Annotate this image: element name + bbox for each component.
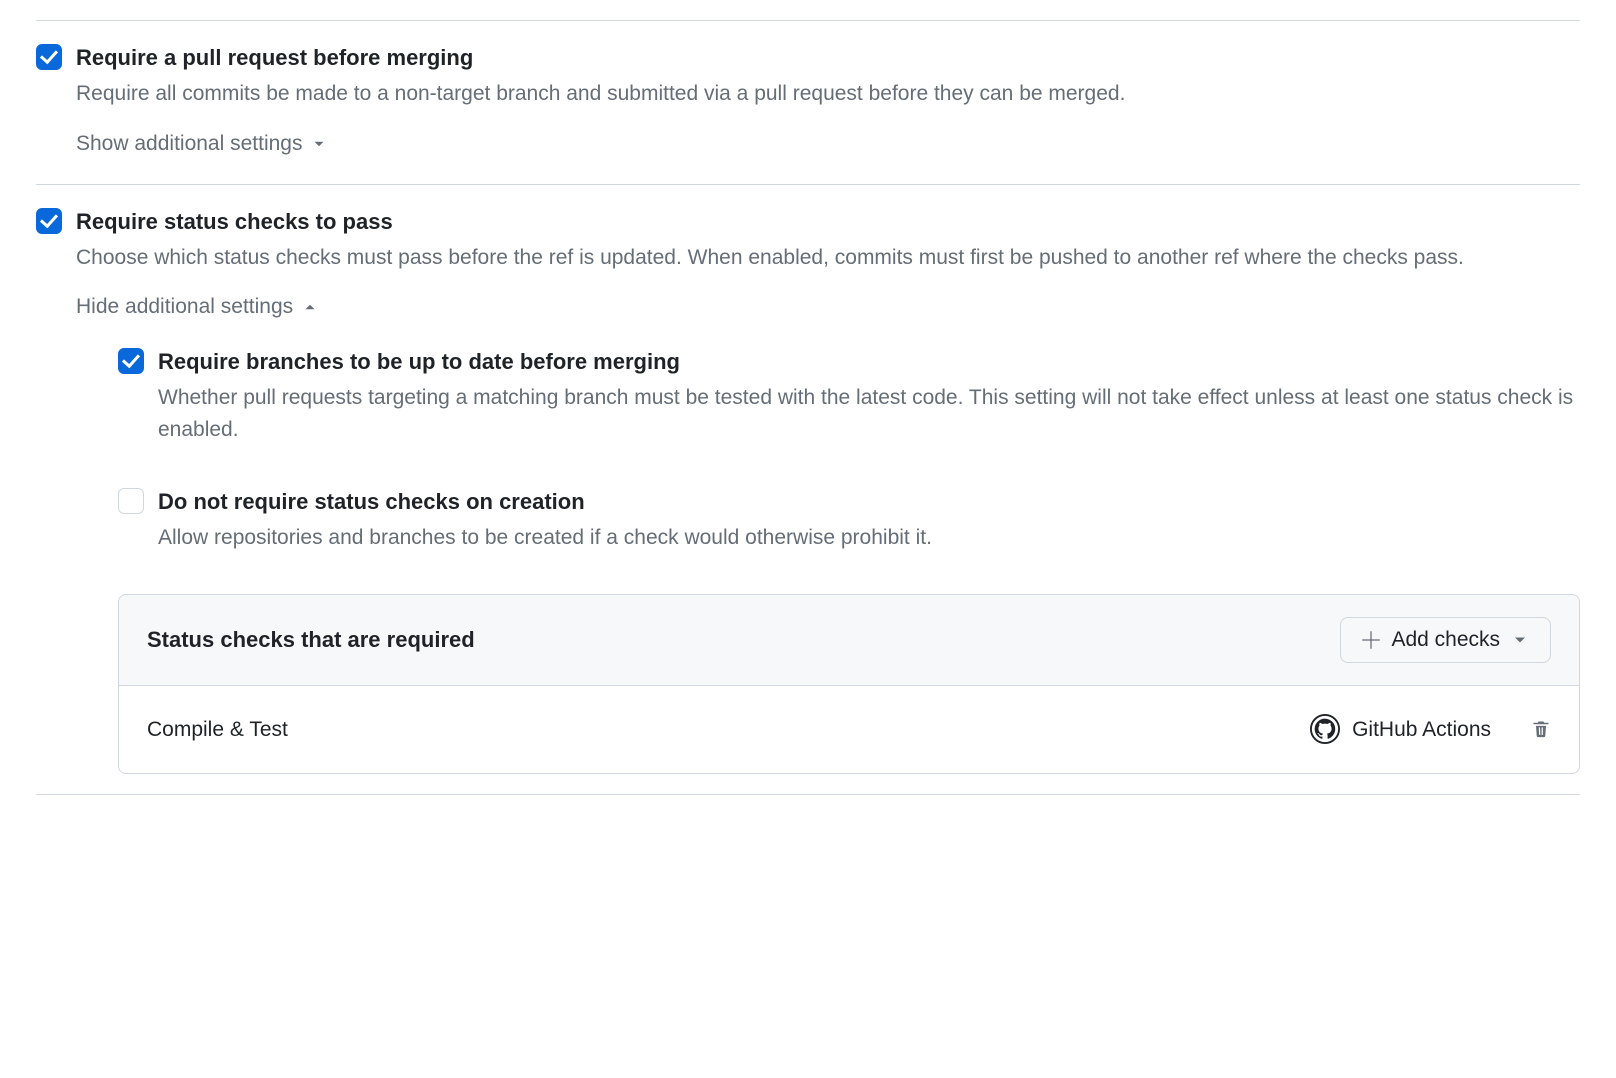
chevron-down-icon <box>310 135 328 153</box>
require-checks-toggle[interactable]: Hide additional settings <box>76 295 319 319</box>
require-pr-toggle[interactable]: Show additional settings <box>76 132 328 156</box>
add-checks-button[interactable]: Add checks <box>1340 617 1551 663</box>
require-checks-desc: Choose which status checks must pass bef… <box>76 242 1580 274</box>
required-checks-panel-header: Status checks that are required Add chec… <box>119 595 1579 686</box>
skip-on-create-checkbox[interactable] <box>118 488 144 514</box>
require-checks-nested: Require branches to be up to date before… <box>118 345 1580 774</box>
plus-icon <box>1361 630 1381 650</box>
require-checks-checkbox[interactable] <box>36 208 62 234</box>
caret-down-icon <box>1510 630 1530 650</box>
rule-require-checks: Require status checks to pass Choose whi… <box>36 205 1580 775</box>
trash-icon <box>1531 719 1551 739</box>
rule-skip-on-create: Do not require status checks on creation… <box>118 485 1580 572</box>
required-check-source: GitHub Actions <box>1310 714 1491 746</box>
skip-on-create-title: Do not require status checks on creation <box>158 485 1580 518</box>
required-check-name: Compile & Test <box>147 714 288 746</box>
github-icon <box>1310 714 1340 744</box>
required-check-source-label: GitHub Actions <box>1352 714 1491 746</box>
up-to-date-desc: Whether pull requests targeting a matchi… <box>158 382 1580 445</box>
skip-on-create-desc: Allow repositories and branches to be cr… <box>158 522 1580 554</box>
required-check-row: Compile & Test GitHub Actions <box>119 686 1579 774</box>
require-pr-checkbox[interactable] <box>36 44 62 70</box>
require-checks-title: Require status checks to pass <box>76 205 1580 238</box>
rule-require-pr: Require a pull request before merging Re… <box>36 41 1580 164</box>
require-checks-toggle-label: Hide additional settings <box>76 295 293 319</box>
add-checks-label: Add checks <box>1391 628 1500 652</box>
rule-up-to-date: Require branches to be up to date before… <box>118 345 1580 463</box>
required-checks-panel-title: Status checks that are required <box>147 623 475 656</box>
require-pr-toggle-label: Show additional settings <box>76 132 302 156</box>
up-to-date-checkbox[interactable] <box>118 348 144 374</box>
up-to-date-title: Require branches to be up to date before… <box>158 345 1580 378</box>
require-pr-desc: Require all commits be made to a non-tar… <box>76 78 1580 110</box>
required-checks-panel: Status checks that are required Add chec… <box>118 594 1580 775</box>
section-divider <box>36 794 1580 795</box>
chevron-up-icon <box>301 298 319 316</box>
section-divider <box>36 20 1580 21</box>
require-pr-title: Require a pull request before merging <box>76 41 1580 74</box>
section-divider <box>36 184 1580 185</box>
delete-check-button[interactable] <box>1531 719 1551 739</box>
